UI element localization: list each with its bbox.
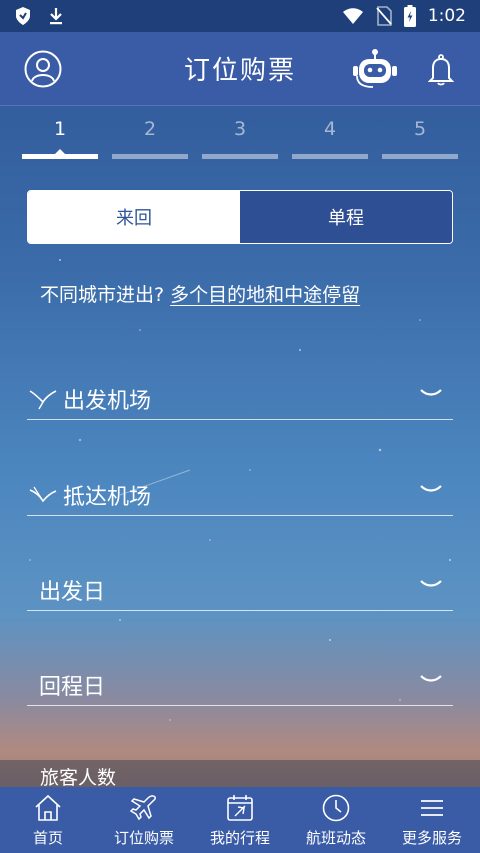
- return-date-label: 回程日: [39, 674, 106, 700]
- plane-icon: [129, 795, 156, 821]
- chevron-down-icon: [420, 580, 442, 587]
- nav-flight-status[interactable]: 航班动态: [288, 787, 384, 853]
- bottom-navigation: 首页 订位购票 我的行程 航班动态 更多服务: [0, 787, 480, 853]
- robot-assistant-icon[interactable]: [352, 48, 398, 90]
- home-icon: [35, 794, 61, 821]
- step-2[interactable]: 2: [112, 118, 188, 159]
- nav-more-services[interactable]: 更多服务: [384, 787, 480, 853]
- nav-my-trips[interactable]: 我的行程: [192, 787, 288, 853]
- one-way-option[interactable]: 单程: [240, 191, 452, 243]
- status-bar: 1:02: [0, 0, 480, 32]
- step-4[interactable]: 4: [292, 118, 368, 159]
- nav-more-services-label: 更多服务: [401, 829, 462, 847]
- step-indicator: 1 2 3 4 5: [22, 118, 458, 159]
- step-5[interactable]: 5: [382, 118, 458, 159]
- multi-city-link[interactable]: 多个目的地和中途停留: [170, 284, 360, 306]
- chevron-down-icon: [420, 675, 442, 682]
- return-date-field[interactable]: 回程日: [27, 664, 453, 706]
- nav-my-trips-label: 我的行程: [209, 829, 270, 847]
- arrival-airport-field[interactable]: 抵达机场: [27, 474, 453, 516]
- battery-icon: [403, 5, 416, 27]
- app-header: 订位购票: [0, 32, 480, 106]
- chevron-down-icon: [420, 485, 442, 492]
- passenger-count-field[interactable]: 旅客人数: [0, 760, 480, 788]
- step-3[interactable]: 3: [202, 118, 278, 159]
- shield-icon: [16, 7, 30, 25]
- status-time: 1:02: [427, 6, 466, 26]
- round-trip-option[interactable]: 来回: [28, 191, 240, 243]
- chevron-down-icon: [420, 389, 442, 396]
- nav-booking[interactable]: 订位购票: [96, 787, 192, 853]
- no-sim-icon: [376, 6, 392, 26]
- clock-icon: [322, 794, 350, 822]
- download-icon: [50, 8, 62, 25]
- nav-home[interactable]: 首页: [0, 787, 96, 853]
- nav-flight-status-label: 航班动态: [305, 829, 366, 847]
- arrival-airport-label: 抵达机场: [63, 484, 152, 510]
- landing-icon: [29, 486, 57, 502]
- nav-home-label: 首页: [32, 829, 63, 847]
- trip-type-toggle: 来回 单程: [27, 190, 453, 244]
- bell-icon[interactable]: [428, 54, 454, 86]
- departure-date-label: 出发日: [39, 579, 106, 605]
- multi-city-row: 不同城市进出? 多个目的地和中途停留: [40, 280, 360, 307]
- menu-icon: [421, 800, 443, 816]
- nav-booking-label: 订位购票: [113, 829, 174, 847]
- departure-airport-field[interactable]: 出发机场: [27, 378, 453, 420]
- passenger-count-label: 旅客人数: [40, 767, 117, 788]
- departure-airport-label: 出发机场: [63, 388, 152, 414]
- multi-city-prompt: 不同城市进出?: [40, 284, 165, 306]
- calendar-plane-icon: [227, 795, 253, 821]
- departure-date-field[interactable]: 出发日: [27, 569, 453, 611]
- step-1[interactable]: 1: [22, 118, 98, 159]
- avatar-icon[interactable]: [24, 50, 62, 88]
- wifi-icon: [342, 8, 363, 24]
- page-title: 订位购票: [183, 56, 296, 86]
- takeoff-icon: [29, 389, 57, 409]
